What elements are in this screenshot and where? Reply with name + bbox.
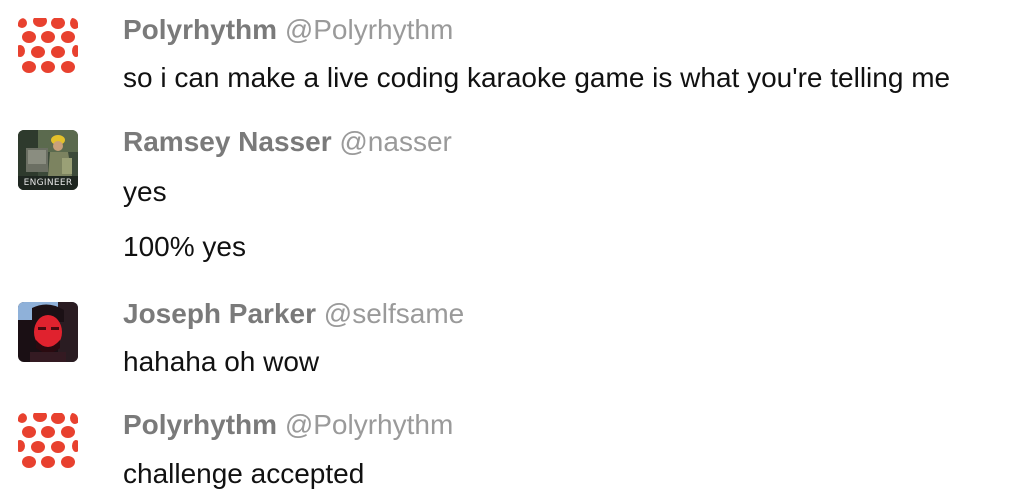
message-text: 100% yes (123, 231, 246, 262)
message-text: so i can make a live coding karaoke game… (123, 62, 951, 93)
message-header: Joseph Parker @selfsame (123, 296, 464, 332)
message-header: Polyrhythm @Polyrhythm (123, 12, 453, 48)
display-name[interactable]: Ramsey Nasser (123, 126, 332, 157)
user-handle[interactable]: @nasser (339, 126, 451, 157)
user-handle[interactable]: @Polyrhythm (285, 409, 453, 440)
avatar[interactable] (18, 413, 78, 473)
message-header: Polyrhythm @Polyrhythm (123, 407, 453, 443)
user-handle[interactable]: @selfsame (324, 298, 464, 329)
user-handle[interactable]: @Polyrhythm (285, 14, 453, 45)
avatar-caption: ENGINEER (23, 178, 73, 188)
polka-dot-icon (18, 18, 78, 78)
avatar[interactable] (18, 18, 78, 78)
display-name[interactable]: Joseph Parker (123, 298, 316, 329)
polka-dot-icon (18, 413, 78, 473)
avatar[interactable] (18, 302, 78, 362)
portrait-photo-icon (18, 302, 78, 362)
message-text: yes (123, 176, 167, 207)
message-text: hahaha oh wow (123, 346, 320, 377)
display-name[interactable]: Polyrhythm (123, 14, 277, 45)
avatar[interactable]: ENGINEER (18, 130, 78, 190)
message-text: challenge accepted (123, 458, 365, 489)
display-name[interactable]: Polyrhythm (123, 409, 277, 440)
message-header: Ramsey Nasser @nasser (123, 124, 452, 160)
